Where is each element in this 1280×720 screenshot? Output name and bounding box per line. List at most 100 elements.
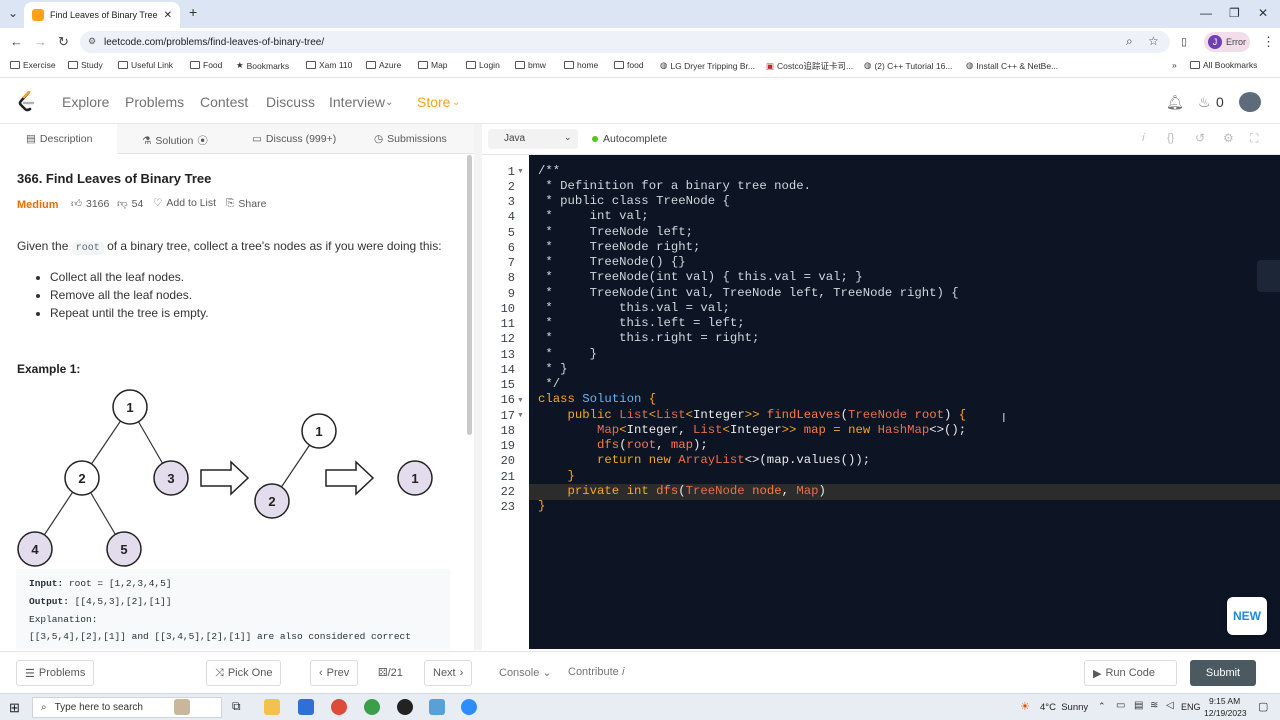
file-explorer-icon[interactable] (264, 699, 280, 715)
share-button[interactable]: ⎘ Share (226, 197, 266, 210)
notifications-icon[interactable]: ▢ (1258, 700, 1268, 713)
bookmark-item[interactable]: bmw (515, 60, 546, 70)
fold-arrow-icon[interactable]: ▼ (517, 397, 524, 404)
settings-icon[interactable]: ⚙ (1223, 131, 1234, 145)
page-indicator[interactable]: ⚄/21 (378, 666, 403, 679)
bookmark-item[interactable]: ◍ Install C++ & NetBe... (966, 60, 1058, 71)
tab-description[interactable]: ▤ Description (26, 133, 92, 145)
restore-icon[interactable]: ❐ (1229, 6, 1240, 20)
bookmark-item[interactable]: ▣ Costco追踪证卡司... (766, 60, 853, 72)
nav-explore[interactable]: Explore (62, 94, 109, 110)
panel-splitter[interactable] (474, 124, 482, 650)
task-view-icon[interactable]: ⧉ (232, 699, 248, 715)
nav-discuss[interactable]: Discuss (266, 94, 315, 110)
taskbar-search[interactable]: ⌕ Type here to search (32, 697, 222, 718)
bookmark-item[interactable]: Login (466, 60, 500, 70)
tab-submissions[interactable]: ◷ Submissions (374, 133, 447, 145)
submit-button[interactable]: Submit (1190, 660, 1256, 686)
new-feature-button[interactable]: NEW (1227, 597, 1267, 635)
info-icon[interactable]: 𝑖 (1142, 132, 1145, 145)
bookmark-star-icon[interactable]: ☆ (1148, 34, 1159, 48)
bookmark-item[interactable]: Food (190, 60, 222, 70)
leetcode-logo-icon[interactable] (18, 91, 36, 113)
bookmark-item[interactable]: Useful Link (118, 60, 173, 70)
bookmark-item[interactable]: Study (68, 60, 103, 70)
nav-problems[interactable]: Problems (125, 94, 184, 110)
bookmark-item[interactable]: ★ Bookmarks (236, 60, 289, 71)
bookmark-item[interactable]: ◍ (2) C++ Tutorial 16... (864, 60, 952, 71)
bookmark-item[interactable]: Xam 110 (306, 60, 352, 70)
side-panel-icon[interactable]: ▯ (1181, 35, 1187, 48)
profile-button[interactable]: J Error (1204, 32, 1250, 52)
new-tab-icon[interactable]: + (189, 4, 197, 20)
fullscreen-icon[interactable]: ⛶ (1250, 131, 1258, 146)
tab-solution[interactable]: ⚗ Solution ⦿ (142, 133, 208, 148)
user-avatar[interactable] (1239, 92, 1261, 112)
language-select[interactable]: Java ⌄ (488, 129, 578, 149)
dislike-button[interactable]: 👎︎ 54 (117, 197, 143, 211)
run-code-button[interactable]: ▶ Run Code (1084, 660, 1177, 686)
line-number: 10 (500, 302, 515, 316)
contribute-link[interactable]: Contribute 𝑖 (568, 666, 625, 679)
problems-button[interactable]: ☰ Problems (16, 660, 95, 686)
address-bar[interactable]: ⚙ leetcode.com/problems/find-leaves-of-b… (80, 31, 1170, 53)
media-player-icon[interactable] (397, 699, 413, 715)
search-highlight-icon[interactable] (174, 699, 190, 715)
browser-tab[interactable]: Find Leaves of Binary Tree - Lee ✕ (24, 2, 180, 28)
nav-contest[interactable]: Contest (200, 94, 248, 110)
streak-flame-icon[interactable]: ♨ (1198, 94, 1211, 111)
heart-icon: ♡ (153, 197, 163, 209)
fold-arrow-icon[interactable]: ▼ (517, 412, 524, 419)
add-to-list-button[interactable]: ♡ Add to List (153, 197, 216, 209)
zoom-app-icon[interactable] (461, 699, 477, 715)
nav-store[interactable]: Store (417, 94, 450, 110)
weather-text[interactable]: 4°C Sunny (1040, 702, 1088, 713)
console-toggle[interactable]: Console ⌄ (499, 666, 552, 679)
forward-icon[interactable]: → (34, 34, 47, 49)
store-icon[interactable] (298, 699, 314, 715)
side-panel-handle[interactable] (1257, 260, 1280, 292)
bookmark-item[interactable]: Exercise (10, 60, 56, 70)
close-tab-icon[interactable]: ✕ (164, 10, 172, 21)
fold-arrow-icon[interactable]: ▼ (517, 168, 524, 175)
close-window-icon[interactable]: ✕ (1258, 6, 1268, 20)
description-scrollbar[interactable] (467, 155, 472, 435)
bookmark-item[interactable]: Azure (366, 60, 401, 70)
bookmarks-overflow-icon[interactable]: » (1172, 60, 1177, 70)
tray-chevron-icon[interactable]: ⌃ (1098, 701, 1106, 712)
reset-icon[interactable]: ↺ (1195, 131, 1205, 145)
nav-interview[interactable]: Interview (329, 94, 385, 110)
language-indicator[interactable]: ENG (1181, 702, 1201, 712)
chrome-profile-icon[interactable] (364, 699, 380, 715)
bookmark-item[interactable]: Map (418, 60, 448, 70)
like-button[interactable]: 👍︎ 3166 (71, 197, 109, 211)
bookmark-item[interactable]: All Bookmarks (1190, 60, 1257, 70)
notification-bell-icon[interactable]: 🔔︎ (1166, 94, 1184, 111)
volume-icon[interactable]: ◁ (1166, 700, 1174, 711)
braces-icon[interactable]: {} (1167, 132, 1174, 144)
reload-icon[interactable]: ↻ (58, 34, 69, 50)
browser-menu-icon[interactable]: ⋮ (1262, 34, 1275, 50)
bookmark-item[interactable]: home (564, 60, 598, 70)
bookmark-item[interactable]: ◍ LG Dryer Tripping Br... (660, 60, 755, 71)
wifi-icon[interactable]: ≋ (1150, 700, 1158, 711)
network-icon[interactable]: ▤ (1134, 700, 1143, 711)
app-icon[interactable] (429, 699, 445, 715)
chrome-icon[interactable] (331, 699, 347, 715)
code-editor[interactable]: 1 2 3 4 5 6 7 8 9 10 11 12 13 14 15 16 17 18 19 20 21 22 23 ▼ … (482, 155, 1280, 649)
minimize-icon[interactable]: — (1200, 6, 1212, 20)
windows-start-icon[interactable]: ⊞ (9, 700, 20, 716)
tab-discuss[interactable]: ▭ Discuss (999+) (252, 133, 336, 145)
back-icon[interactable]: ← (10, 34, 23, 49)
prev-button[interactable]: ‹ Prev (310, 660, 359, 686)
autocomplete-toggle[interactable]: Autocomplete (603, 133, 667, 145)
clock-date[interactable]: 12/19/2023 (1204, 708, 1247, 718)
tray-app-icon[interactable]: ▭ (1116, 700, 1125, 711)
tab-list-icon[interactable]: ⌄ (8, 6, 18, 20)
next-button[interactable]: Next › (424, 660, 473, 686)
clock-time[interactable]: 9:15 AM (1209, 696, 1240, 706)
zoom-icon[interactable]: ⌕ (1126, 34, 1133, 49)
bookmark-item[interactable]: food (614, 60, 644, 70)
pick-one-button[interactable]: ⤨ Pick One (206, 660, 282, 686)
site-info-icon[interactable]: ⚙ (88, 36, 96, 47)
